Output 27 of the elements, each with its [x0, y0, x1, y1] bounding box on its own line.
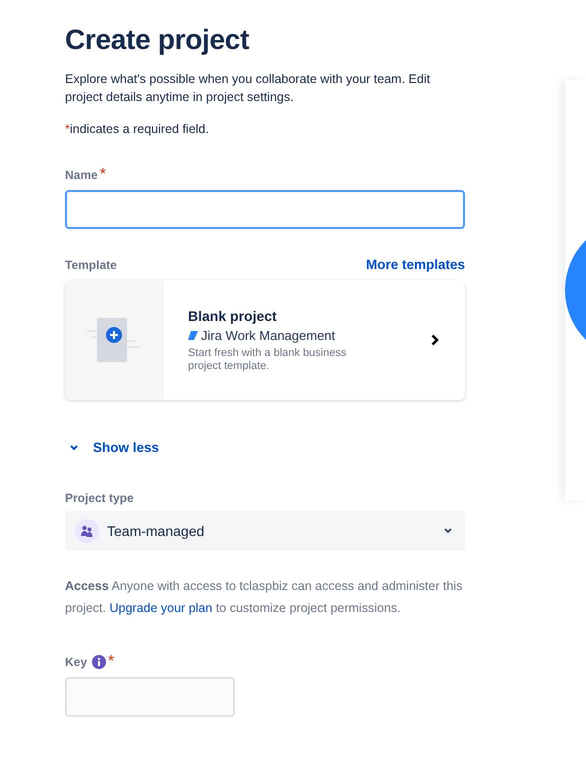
product-name: Jira Work Management: [188, 328, 405, 342]
template-title: Blank project: [188, 308, 278, 324]
info-icon[interactable]: [92, 655, 106, 669]
template-card[interactable]: Blank project Jira Work Management Start fresh with a blank business project template.: [65, 280, 465, 400]
field-label: Template: [65, 258, 117, 272]
description: Explore what's possible when you collaborate with your team. Edit project details anytime in project settings.: [65, 71, 432, 106]
more-templates-link[interactable]: More templates: [366, 257, 465, 272]
chevron-down-icon: [443, 527, 453, 535]
field-label: Name: [65, 168, 98, 182]
show-less-toggle[interactable]: Show less: [65, 440, 160, 455]
access-text: Access Anyone with access to tclaspbiz can access and administer this project. Upgrade your plan to customize project permissions.: [65, 578, 464, 617]
team-icon: [75, 519, 99, 543]
required-mark: *: [100, 166, 106, 184]
required-mark: *: [108, 653, 114, 671]
key-input[interactable]: [65, 677, 235, 717]
chevron-right-icon: [431, 334, 439, 346]
required-note: *indicates a required field.: [65, 122, 210, 136]
field-label: Key: [65, 655, 88, 669]
page-title: Create project: [65, 24, 250, 56]
product-logo-icon: [188, 330, 198, 340]
chevron-icon: [69, 444, 79, 452]
upgrade-link[interactable]: Upgrade your plan: [109, 601, 212, 615]
field-label: Project type: [65, 491, 135, 505]
project-type-select[interactable]: Team-managed: [65, 511, 465, 551]
document-plus-icon: [86, 316, 142, 364]
template-description: Start fresh with a blank business project template.: [188, 346, 348, 372]
name-input[interactable]: [65, 190, 465, 229]
